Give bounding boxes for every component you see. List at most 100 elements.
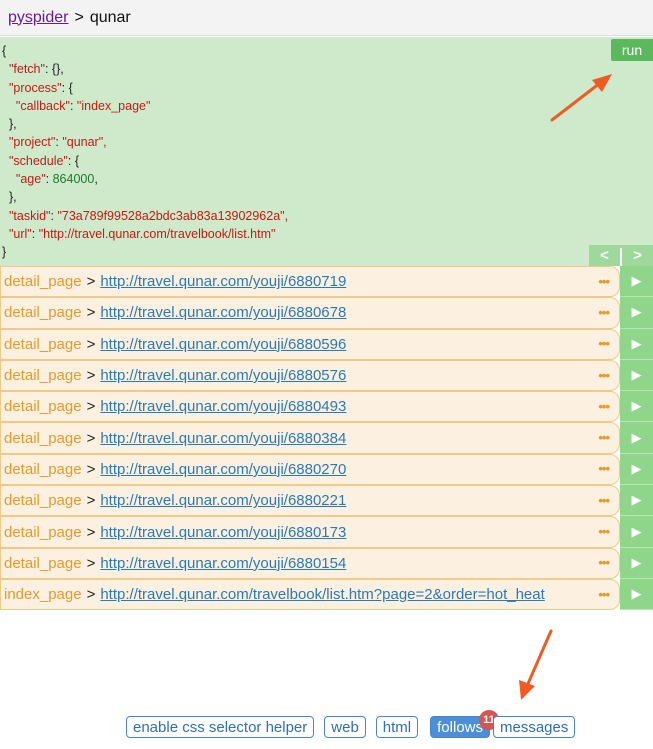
follow-url-link[interactable]: http://travel.qunar.com/youji/6880221 [100, 492, 346, 509]
annotation-arrow-run [550, 74, 612, 122]
follow-callback: detail_page [4, 554, 82, 572]
breadcrumb: pyspider > qunar [0, 0, 653, 36]
more-icon[interactable]: ••• [598, 305, 610, 320]
follow-url-link[interactable]: http://travel.qunar.com/travelbook/list.… [100, 586, 544, 603]
follow-callback: detail_page [4, 460, 82, 478]
more-icon[interactable]: ••• [598, 336, 610, 351]
follow-callback: detail_page [4, 273, 82, 291]
follow-row-body: detail_page > http://travel.qunar.com/youj… [0, 266, 620, 298]
follow-url-link[interactable]: http://travel.qunar.com/youji/6880173 [100, 524, 346, 541]
follow-separator: > [86, 335, 96, 353]
play-icon[interactable]: ▶ [620, 391, 653, 423]
tab-web[interactable]: web [324, 716, 366, 738]
follow-separator: > [86, 273, 96, 291]
play-icon[interactable]: ▶ [620, 516, 653, 548]
run-button[interactable]: run [611, 39, 653, 61]
more-icon[interactable]: ••• [598, 524, 610, 539]
more-icon[interactable]: ••• [598, 586, 610, 601]
play-icon[interactable]: ▶ [620, 578, 653, 611]
follow-row: detail_page > http://travel.qunar.com/youj… [0, 266, 653, 298]
follow-row: detail_page > http://travel.qunar.com/youj… [0, 485, 653, 517]
more-icon[interactable]: ••• [598, 461, 610, 476]
task-json-value: "73a789f99528a2bdc3ab83a13902962a", [57, 208, 289, 223]
tab-follows[interactable]: follows 11 [430, 710, 499, 738]
task-json-line: "callback": "index_page" [15, 98, 151, 113]
task-json-key: "url" [8, 226, 32, 241]
follow-row: detail_page > http://travel.qunar.com/youj… [0, 359, 653, 392]
task-json-value: { [74, 153, 80, 168]
follow-row-body: detail_page > http://travel.qunar.com/youj… [0, 297, 620, 329]
task-json-value: 864000 [52, 172, 95, 187]
task-json-key: "project" [8, 135, 56, 150]
follow-separator: > [86, 398, 96, 416]
task-json-key: "fetch" [8, 62, 45, 77]
task-json-value: {}, [51, 62, 64, 77]
follow-url-link[interactable]: http://travel.qunar.com/youji/6880384 [100, 430, 346, 447]
more-icon[interactable]: ••• [598, 430, 610, 445]
tab-html[interactable]: html [375, 716, 419, 738]
follow-row: detail_page > http://travel.qunar.com/youj… [0, 453, 653, 486]
more-icon[interactable]: ••• [598, 367, 610, 382]
play-icon[interactable]: ▶ [620, 453, 653, 486]
play-icon[interactable]: ▶ [620, 485, 653, 517]
task-json-value: { [68, 80, 73, 95]
follow-separator: > [86, 492, 96, 510]
follow-row: index_page > http://travel.qunar.com/trave… [0, 578, 653, 611]
follows-list: detail_page > http://travel.qunar.com/youj… [0, 266, 653, 611]
follow-url-link[interactable]: http://travel.qunar.com/youji/6880596 [100, 336, 346, 353]
more-icon[interactable]: ••• [598, 555, 610, 570]
follow-row-body: detail_page > http://travel.qunar.com/youj… [0, 359, 620, 392]
task-json-line: }, [2, 117, 17, 132]
play-icon[interactable]: ▶ [620, 547, 653, 579]
task-json-line: "fetch": {}, [8, 62, 64, 77]
task-json-line: "schedule": { [8, 153, 80, 168]
task-json-key: "process" [8, 80, 62, 95]
follow-separator: > [86, 554, 96, 572]
follow-row: detail_page > http://travel.qunar.com/youj… [0, 422, 653, 454]
tab-messages[interactable]: messages [493, 716, 576, 738]
task-json-value: "qunar", [62, 135, 107, 150]
more-icon[interactable]: ••• [598, 492, 610, 507]
follow-callback: detail_page [4, 398, 82, 416]
play-icon[interactable]: ▶ [620, 297, 653, 329]
play-icon[interactable]: ▶ [620, 328, 653, 360]
task-json-key: "taskid" [8, 208, 51, 223]
task-json-line: "project": "qunar", [8, 135, 107, 150]
follow-callback: detail_page [4, 429, 82, 447]
follow-callback: detail_page [4, 304, 82, 322]
follow-separator: > [86, 367, 96, 385]
play-icon[interactable]: ▶ [620, 266, 653, 298]
follow-callback: detail_page [4, 492, 82, 510]
prev-button[interactable]: < [589, 245, 620, 266]
follow-url-link[interactable]: http://travel.qunar.com/youji/6880270 [100, 461, 346, 478]
follow-separator: > [86, 304, 96, 322]
task-json-line: "age": 864000, [15, 172, 98, 187]
follow-url-link[interactable]: http://travel.qunar.com/youji/6880154 [100, 555, 346, 572]
play-icon[interactable]: ▶ [620, 359, 653, 392]
task-json-line: "taskid": "73a789f99528a2bdc3ab83a139029… [8, 208, 289, 223]
follow-url-link[interactable]: http://travel.qunar.com/youji/6880576 [100, 367, 346, 384]
follow-separator: > [86, 523, 96, 541]
breadcrumb-root-link[interactable]: pyspider [8, 9, 68, 27]
follow-row: detail_page > http://travel.qunar.com/youj… [0, 516, 653, 548]
follow-url-link[interactable]: http://travel.qunar.com/youji/6880719 [100, 273, 346, 290]
follow-row: detail_page > http://travel.qunar.com/youj… [0, 328, 653, 360]
annotation-arrow-follows [519, 629, 553, 700]
follow-callback: detail_page [4, 367, 82, 385]
task-json-key: "age" [15, 172, 46, 187]
follow-url-link[interactable]: http://travel.qunar.com/youji/6880678 [100, 304, 346, 321]
next-button[interactable]: > [622, 245, 653, 266]
play-icon[interactable]: ▶ [620, 422, 653, 454]
more-icon[interactable]: ••• [598, 273, 610, 288]
task-json-value: "index_page" [76, 98, 151, 113]
follow-separator: > [86, 586, 96, 604]
follow-row-body: index_page > http://travel.qunar.com/trave… [0, 578, 620, 611]
task-json-line: }, [2, 190, 17, 205]
css-selector-helper-button[interactable]: enable css selector helper [126, 716, 315, 738]
follow-url-link[interactable]: http://travel.qunar.com/youji/6880493 [100, 398, 346, 415]
follow-separator: > [86, 429, 96, 447]
task-json-line: "url": "http://travel.qunar.com/travelbo… [8, 226, 276, 241]
task-json-value: "http://travel.qunar.com/travelbook/list… [38, 226, 276, 241]
follow-callback: index_page [4, 586, 82, 604]
more-icon[interactable]: ••• [598, 399, 610, 414]
